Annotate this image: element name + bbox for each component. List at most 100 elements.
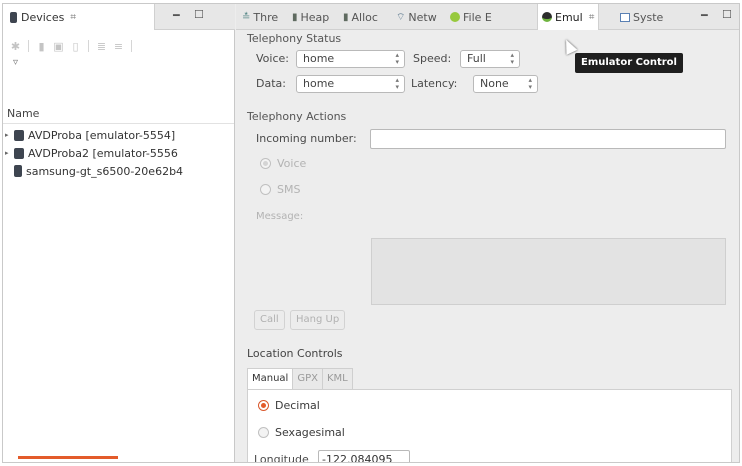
- telephony-actions-title: Telephony Actions: [247, 110, 347, 123]
- tab-alloc[interactable]: ▮ Alloc: [343, 4, 378, 30]
- start-profiling-icon[interactable]: ≡: [112, 40, 125, 53]
- dump-hprof-icon[interactable]: ▣: [52, 40, 65, 53]
- longitude-input[interactable]: -122.084095: [318, 450, 410, 462]
- speed-label: Speed:: [413, 52, 452, 65]
- emulator-control-view: ≛ Thre ▮ Heap ▮ Alloc ⌔ Netw File E Emul: [236, 4, 740, 463]
- tab-devices[interactable]: Devices ⌗: [3, 4, 155, 30]
- heap-icon: ▮: [292, 11, 298, 23]
- latency-select-value: None: [480, 77, 509, 90]
- tab-heap[interactable]: ▮ Heap: [292, 4, 329, 30]
- alloc-icon: ▮: [343, 11, 349, 23]
- update-heap-icon[interactable]: ▮: [35, 40, 48, 53]
- toolbar-separator: [28, 40, 29, 52]
- message-textarea[interactable]: [371, 238, 726, 305]
- tab-label: File E: [463, 10, 492, 24]
- sms-radio-option[interactable]: SMS: [260, 183, 300, 196]
- sexagesimal-radio-option[interactable]: Sexagesimal: [258, 426, 345, 439]
- location-controls-title: Location Controls: [247, 347, 343, 360]
- speed-select[interactable]: Full ▴ ▾: [460, 50, 520, 68]
- message-label: Message:: [256, 211, 304, 222]
- vertical-scrollbar[interactable]: [739, 31, 740, 331]
- close-tab-icon[interactable]: ⌗: [589, 12, 595, 23]
- decimal-radio-label: Decimal: [275, 399, 320, 412]
- tooltip: Emulator Control: [575, 53, 683, 73]
- tab-gpx[interactable]: GPX: [293, 368, 323, 390]
- latency-label: Latency:: [411, 77, 458, 90]
- spinner-icon: ▴ ▾: [395, 51, 399, 66]
- tab-label: Syste: [633, 10, 664, 24]
- location-subtabs: Manual GPX KML: [247, 368, 353, 390]
- toolbar-separator: [88, 40, 89, 52]
- tab-system-information[interactable]: Syste: [620, 4, 663, 30]
- data-label: Data:: [256, 77, 286, 90]
- minimize-view-icon[interactable]: ━: [701, 9, 708, 22]
- sms-radio-label: SMS: [277, 183, 301, 196]
- call-button[interactable]: Call: [254, 310, 285, 330]
- sexagesimal-radio[interactable]: [258, 427, 269, 438]
- voice-radio-label: Voice: [277, 157, 307, 170]
- voice-radio-option[interactable]: Voice: [260, 157, 306, 170]
- sms-radio[interactable]: [260, 184, 271, 195]
- data-select-value: home: [303, 77, 335, 90]
- tab-network[interactable]: ⌔ Netw: [396, 4, 437, 30]
- phone-device-icon: [14, 165, 22, 177]
- decimal-radio[interactable]: [258, 400, 269, 411]
- network-icon: ⌔: [396, 11, 406, 23]
- manual-location-panel: Decimal Sexagesimal Longitude -122.08409…: [247, 389, 732, 463]
- emulator-device-icon: [14, 147, 24, 159]
- spinner-icon: ▴ ▾: [395, 76, 399, 91]
- ide-window: Devices ⌗ ━ ☐ ✱ ▮ ▣ ▯ ≣ ≡ ▿ Name ▸ AVDPr…: [2, 3, 740, 463]
- tab-kml[interactable]: KML: [322, 368, 353, 390]
- devices-view: Devices ⌗ ━ ☐ ✱ ▮ ▣ ▯ ≣ ≡ ▿ Name ▸ AVDPr…: [3, 4, 235, 462]
- expand-arrow-icon[interactable]: ▸: [5, 131, 14, 139]
- maximize-view-icon[interactable]: ☐: [722, 8, 732, 21]
- emulator-device-icon: [14, 129, 24, 141]
- close-tab-icon[interactable]: ⌗: [70, 12, 76, 23]
- tab-label: Netw: [408, 10, 437, 24]
- tab-threads[interactable]: ≛ Thre: [242, 4, 278, 30]
- tab-emulator-control[interactable]: Emul ⌗: [537, 4, 600, 30]
- minimize-view-icon[interactable]: ━: [173, 9, 180, 22]
- latency-select[interactable]: None ▴ ▾: [473, 75, 538, 93]
- data-select[interactable]: home ▴ ▾: [296, 75, 405, 93]
- voice-label: Voice:: [256, 52, 289, 65]
- tab-file-explorer[interactable]: File E: [450, 4, 492, 30]
- right-tabbar: ≛ Thre ▮ Heap ▮ Alloc ⌔ Netw File E Emul: [236, 4, 739, 30]
- debug-icon[interactable]: ✱: [9, 40, 22, 53]
- update-threads-icon[interactable]: ≣: [95, 40, 108, 53]
- devices-toolbar: ✱ ▮ ▣ ▯ ≣ ≡: [9, 37, 134, 55]
- sexagesimal-radio-label: Sexagesimal: [275, 426, 345, 439]
- tab-label: Alloc: [351, 10, 378, 24]
- spinner-icon: ▴ ▾: [510, 51, 514, 66]
- phone-icon: [10, 11, 17, 23]
- maximize-view-icon[interactable]: ☐: [194, 8, 204, 21]
- device-label: AVDProba [emulator-5554]: [28, 128, 176, 142]
- longitude-label: Longitude: [254, 453, 309, 463]
- tab-manual[interactable]: Manual: [247, 368, 294, 390]
- device-row[interactable]: ▸ AVDProba [emulator-5554]: [5, 126, 175, 144]
- spinner-icon: ▴ ▾: [528, 76, 532, 91]
- emulator-control-content: Telephony Status Voice: home ▴ ▾ Speed: F…: [236, 31, 740, 463]
- telephony-status-title: Telephony Status: [247, 32, 342, 45]
- device-row[interactable]: ▸ AVDProba2 [emulator-5556: [5, 144, 178, 162]
- tab-label: Thre: [253, 10, 279, 24]
- incoming-number-label: Incoming number:: [256, 132, 357, 145]
- expand-arrow-icon[interactable]: ▸: [5, 149, 14, 157]
- decimal-radio-option[interactable]: Decimal: [258, 399, 320, 412]
- voice-select[interactable]: home ▴ ▾: [296, 50, 405, 68]
- name-column-header[interactable]: Name: [3, 107, 234, 124]
- gc-icon[interactable]: ▯: [69, 40, 82, 53]
- view-menu-icon[interactable]: ▿: [13, 57, 18, 68]
- voice-radio[interactable]: [260, 158, 271, 169]
- emulator-icon: [542, 12, 552, 22]
- speed-select-value: Full: [467, 52, 486, 65]
- threads-icon: ≛: [242, 11, 251, 23]
- progress-indicator: [18, 456, 118, 459]
- file-explorer-icon: [450, 12, 460, 22]
- voice-select-value: home: [303, 52, 335, 65]
- incoming-number-input[interactable]: [370, 129, 726, 149]
- system-icon: [620, 12, 630, 22]
- hang-up-button[interactable]: Hang Up: [290, 310, 346, 330]
- tab-label: Emul: [555, 10, 583, 24]
- device-row[interactable]: samsung-gt_s6500-20e62b4: [5, 162, 183, 180]
